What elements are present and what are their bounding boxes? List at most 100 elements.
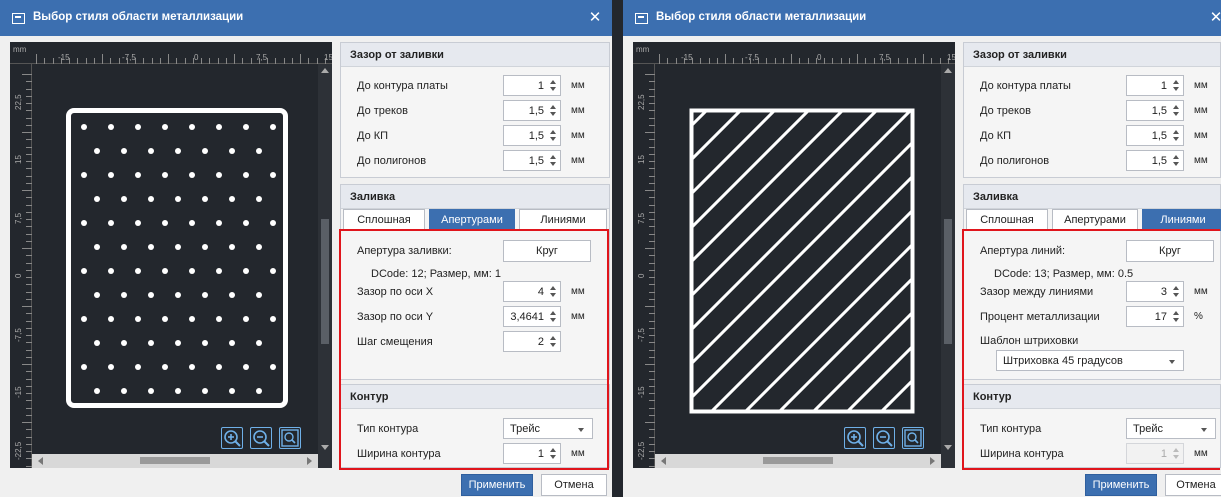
aperture-shape-button[interactable]: Круг [503, 240, 591, 262]
close-icon[interactable]: ✕ [584, 7, 606, 29]
scroll-right-icon[interactable] [307, 457, 312, 465]
tab-lines[interactable]: Линиями [519, 209, 607, 231]
fill-dot [94, 340, 100, 346]
ruler-label-y: 7,5 [14, 212, 23, 224]
tab-apertures[interactable]: Апертурами [1052, 209, 1138, 231]
ruler-tick [645, 190, 655, 191]
zoom-fit-icon[interactable] [279, 427, 301, 449]
scroll-thumb[interactable] [944, 219, 952, 344]
stepper-arrows-icon[interactable] [1172, 153, 1180, 168]
scroll-up-icon[interactable] [321, 68, 329, 73]
tab-solid[interactable]: Сплошная [966, 209, 1048, 231]
contour-type-select[interactable]: Трейс [503, 418, 593, 439]
vertical-scrollbar[interactable] [318, 64, 332, 468]
contour-type-select[interactable]: Трейс [1126, 418, 1216, 439]
preview-canvas[interactable]: mm -15 -7,5 0 7,5 15 22,5 15 7,5 0 -7,5 -15 -22,5 [633, 42, 955, 468]
fill-dot [243, 268, 249, 274]
fill-tabs: Сплошная Апертурами Линиями [966, 209, 1221, 231]
dialog-right: Выбор стиля области металлизации ✕ mm -1… [623, 0, 1221, 497]
ruler-tick [44, 58, 46, 64]
zoom-in-icon[interactable] [844, 427, 866, 449]
clearance-polygons-stepper[interactable]: 1,5 [1126, 150, 1184, 171]
cancel-button[interactable]: Отмена [1165, 474, 1221, 496]
zoom-out-icon[interactable] [250, 427, 272, 449]
vertical-scrollbar[interactable] [941, 64, 955, 468]
scroll-down-icon[interactable] [944, 445, 952, 450]
tab-apertures[interactable]: Апертурами [429, 209, 515, 231]
tab-solid[interactable]: Сплошная [343, 209, 425, 231]
scroll-left-icon[interactable] [38, 457, 43, 465]
metal-percent-stepper[interactable]: 17 [1126, 306, 1184, 327]
scroll-thumb[interactable] [321, 219, 329, 344]
aperture-shape-button[interactable]: Круг [1126, 240, 1214, 262]
ruler-tick [22, 248, 32, 249]
stepper-arrows-icon[interactable] [549, 153, 557, 168]
fill-dot [121, 340, 127, 346]
ruler-tick [26, 168, 32, 170]
fill-dot [108, 316, 114, 322]
stepper-arrows-icon[interactable] [549, 284, 557, 299]
scroll-right-icon[interactable] [930, 457, 935, 465]
stepper-arrows-icon[interactable] [1172, 78, 1180, 93]
hatch-pattern-select[interactable]: Штриховка 45 градусов [996, 350, 1184, 371]
clearance-tracks-stepper[interactable]: 1,5 [503, 100, 561, 121]
clearance-board-stepper[interactable]: 1 [1126, 75, 1184, 96]
stepper-arrows-icon[interactable] [1172, 128, 1180, 143]
horizontal-scrollbar[interactable] [655, 454, 941, 468]
clearance-polygons-stepper[interactable]: 1,5 [503, 150, 561, 171]
stepper-arrows-icon[interactable] [1172, 284, 1180, 299]
scroll-left-icon[interactable] [661, 457, 666, 465]
ruler-tick [649, 124, 655, 126]
preview-canvas[interactable]: mm -15 -7,5 0 7,5 15 22,5 15 7,5 0 -7,5 -15 -22,5 [10, 42, 332, 468]
stepper-arrows-icon[interactable] [549, 446, 557, 461]
stepper-arrows-icon[interactable] [1172, 103, 1180, 118]
ruler-tick [26, 342, 32, 344]
scroll-thumb[interactable] [140, 457, 210, 464]
clearance-board-stepper[interactable]: 1 [503, 75, 561, 96]
tab-lines[interactable]: Линиями [1142, 209, 1221, 231]
line-gap-stepper[interactable]: 3 [1126, 281, 1184, 302]
fill-dot [270, 220, 276, 226]
stepper-arrows-icon[interactable] [549, 78, 557, 93]
clearance-pads-stepper[interactable]: 1,5 [1126, 125, 1184, 146]
field-label: Шаг смещения [357, 336, 433, 348]
close-icon[interactable]: ✕ [1205, 7, 1221, 29]
stepper-arrows-icon[interactable] [549, 334, 557, 349]
ruler-label-y: 7,5 [637, 212, 646, 224]
zoom-out-icon[interactable] [873, 427, 895, 449]
scroll-thumb[interactable] [763, 457, 833, 464]
dcode-info: DCode: 12; Размер, мм: 1 [371, 268, 501, 280]
fill-dot [216, 268, 222, 274]
zoom-in-icon[interactable] [221, 427, 243, 449]
gap-x-stepper[interactable]: 4 [503, 281, 561, 302]
horizontal-scrollbar[interactable] [32, 454, 318, 468]
scroll-up-icon[interactable] [944, 68, 952, 73]
clearance-tracks-stepper[interactable]: 1,5 [1126, 100, 1184, 121]
ruler-tick [848, 58, 850, 64]
field-value: 1 [1160, 448, 1167, 460]
ruler-tick [649, 197, 655, 199]
title-bar: Выбор стиля области металлизации ✕ [623, 0, 1221, 36]
hatch-line [692, 111, 743, 162]
field-label: До треков [357, 105, 408, 117]
stepper-arrows-icon[interactable] [1172, 309, 1180, 324]
stepper-arrows-icon[interactable] [549, 128, 557, 143]
ruler-tick [26, 393, 32, 394]
fill-dot [148, 292, 154, 298]
scroll-down-icon[interactable] [321, 445, 329, 450]
contour-width-stepper[interactable]: 1 [503, 443, 561, 464]
cancel-button[interactable]: Отмена [541, 474, 607, 496]
fill-tabs: Сплошная Апертурами Линиями [343, 209, 611, 231]
apply-button[interactable]: Применить [461, 474, 533, 496]
stepper-arrows-icon[interactable] [549, 103, 557, 118]
ruler-tick [791, 54, 792, 64]
zoom-fit-icon[interactable] [902, 427, 924, 449]
fill-dot [243, 364, 249, 370]
ruler-tick [184, 58, 186, 64]
stepper-arrows-icon[interactable] [549, 309, 557, 324]
field-label: До КП [980, 130, 1012, 142]
offset-step-stepper[interactable]: 2 [503, 331, 561, 352]
gap-y-stepper[interactable]: 3,4641 [503, 306, 561, 327]
clearance-pads-stepper[interactable]: 1,5 [503, 125, 561, 146]
apply-button[interactable]: Применить [1085, 474, 1157, 496]
